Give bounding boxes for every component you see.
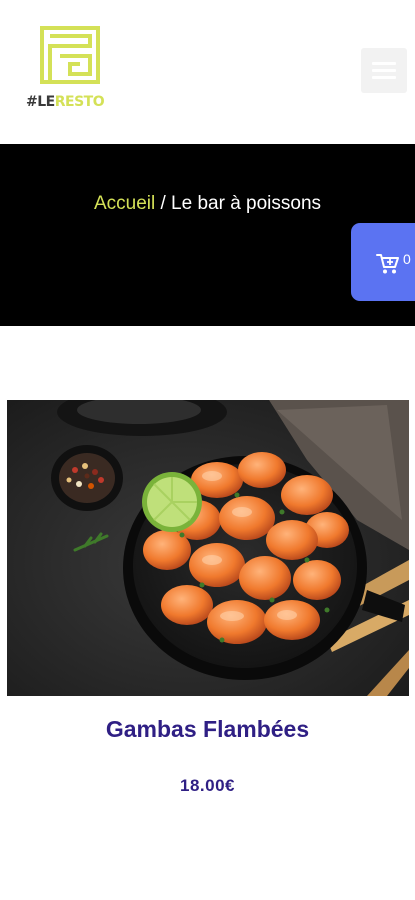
breadcrumb-separator: / [155, 193, 172, 214]
breadcrumb-home-link[interactable]: Accueil [94, 193, 155, 214]
logo-text: #LERESTO [26, 94, 105, 110]
logo-text-part2: RESTO [54, 94, 105, 110]
logo-text-part1: #LE [26, 94, 55, 110]
breadcrumb: Accueil / Le bar à poissons [0, 193, 415, 215]
hamburger-icon-line [372, 69, 396, 72]
hamburger-menu-button[interactable] [361, 48, 407, 93]
logo-mark-icon [40, 26, 100, 84]
product-name[interactable]: Gambas Flambées [0, 716, 415, 743]
hamburger-icon-line [372, 76, 396, 79]
site-logo[interactable]: #LERESTO [26, 26, 114, 116]
cart-button[interactable]: 0 [351, 223, 415, 301]
product-image[interactable] [7, 400, 409, 696]
hamburger-icon [372, 62, 396, 65]
cart-icon [376, 254, 399, 274]
site-header: #LERESTO [0, 0, 415, 144]
breadcrumb-current: Le bar à poissons [171, 193, 322, 214]
product-price: 18.00€ [180, 776, 235, 795]
cart-count-badge: 0 [403, 251, 411, 267]
